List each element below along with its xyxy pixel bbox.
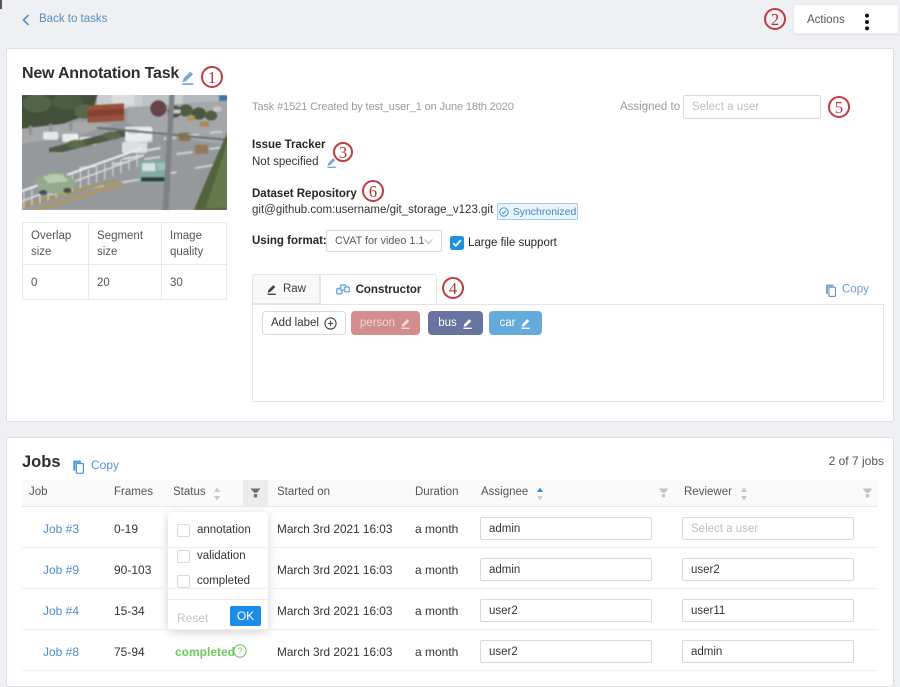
- svg-text:?: ?: [237, 646, 242, 656]
